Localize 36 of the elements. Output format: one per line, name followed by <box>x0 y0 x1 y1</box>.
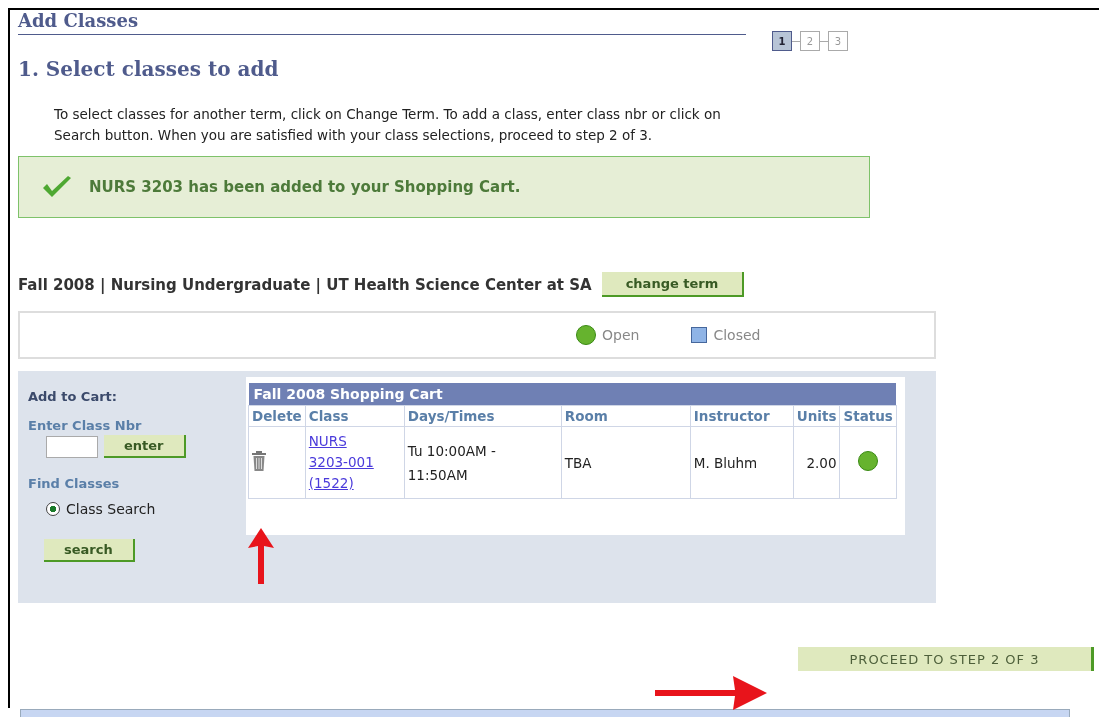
class-link[interactable]: NURS <box>308 431 401 452</box>
class-nbr-field[interactable] <box>46 435 98 458</box>
page-title: Add Classes <box>18 10 746 35</box>
class-link[interactable]: (1522) <box>308 473 401 494</box>
column-header: Status <box>839 405 897 427</box>
enter-button[interactable]: enter <box>104 435 186 458</box>
step-indicator[interactable]: 1 <box>772 31 792 51</box>
column-header: Delete <box>248 405 306 427</box>
annotation-arrow <box>248 528 274 584</box>
column-header: Room <box>561 405 691 427</box>
table-cell: Tu 10:00AM - 11:50AM <box>404 426 562 499</box>
class-link[interactable]: 3203-001 <box>308 452 401 473</box>
panel-label: Add to Cart: <box>28 389 118 404</box>
message-text: NURS 3203 has been added to your Shopping Cart. <box>89 178 521 196</box>
field-label: Enter Class Nbr <box>28 418 143 433</box>
term-text: Fall 2008 | Nursing Undergraduate | UT Health Science Center at SA <box>18 275 592 294</box>
section-heading: 1. Select classes to add <box>18 57 280 81</box>
legend-label: Open <box>602 327 640 343</box>
trash-icon[interactable] <box>252 451 266 471</box>
change-term-button[interactable]: change term <box>601 272 745 297</box>
column-header: Days/Times <box>404 405 562 427</box>
checkmark-icon <box>41 175 73 199</box>
proceed-button[interactable]: PROCEED TO STEP 2 OF 3 <box>798 647 1094 671</box>
table-cell: 2.00 <box>793 426 840 499</box>
table-title: Fall 2008 Shopping Cart <box>248 383 897 406</box>
column-header: Class <box>305 405 405 427</box>
search-button[interactable]: search <box>44 539 135 562</box>
column-header: Units <box>793 405 840 427</box>
instructions-text: To select classes for another term, click on Change Term. To add a class, enter class nbr or click on Search button. When you are satisfied with your class selections, proceed to step 2 of 3. <box>54 105 722 145</box>
field-label: Find Classes <box>28 476 121 491</box>
radio-button[interactable] <box>46 502 60 516</box>
table-cell: M. Bluhm <box>690 426 794 499</box>
legend-label: Closed <box>713 327 761 343</box>
table-cell: TBA <box>561 426 691 499</box>
radio-label: Class Search <box>66 501 156 517</box>
column-header: Instructor <box>690 405 794 427</box>
